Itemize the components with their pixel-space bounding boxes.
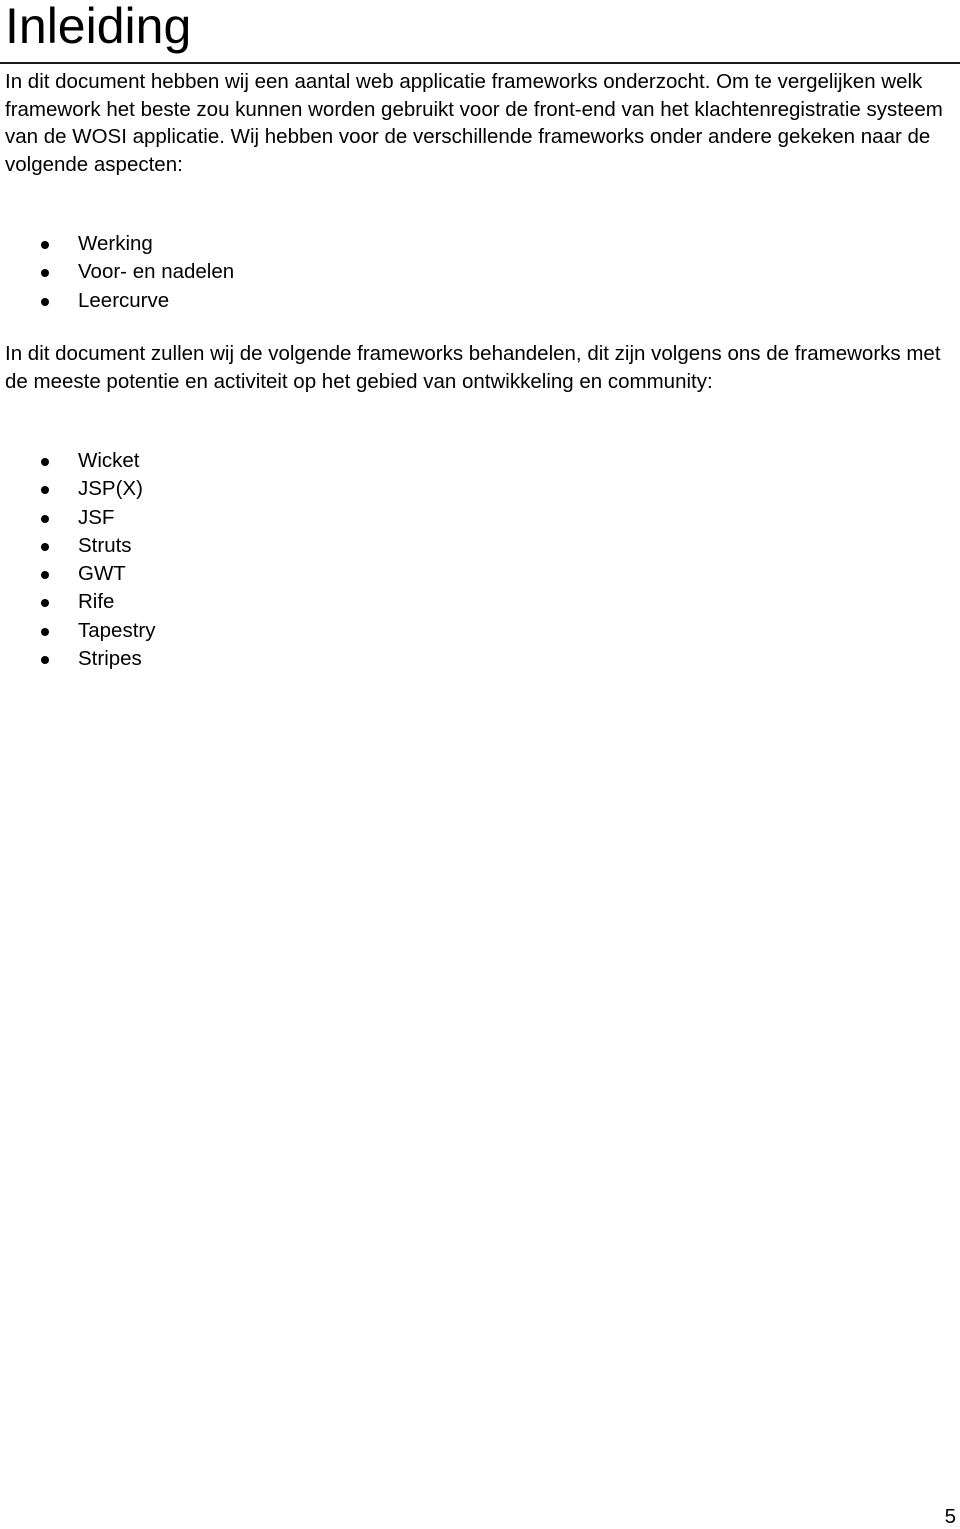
bullet-icon xyxy=(41,599,49,608)
bullet-icon xyxy=(41,458,49,466)
bullet-icon xyxy=(41,656,49,665)
bullet-icon xyxy=(41,241,49,249)
bullet-icon xyxy=(41,542,49,551)
bullet-icon xyxy=(41,627,49,636)
page-number: 5 xyxy=(944,1505,956,1528)
bullet-icon xyxy=(41,269,49,278)
bullet-icon xyxy=(41,297,49,306)
frameworks-paragraph: In dit document zullen wij de volgende f… xyxy=(5,342,941,393)
intro-paragraph: In dit document hebben wij een aantal we… xyxy=(5,70,943,176)
bullet-icon xyxy=(41,514,49,523)
bullet-icon xyxy=(41,486,49,495)
heading-divider xyxy=(0,62,960,64)
bullet-icon xyxy=(41,571,49,580)
page-title: Inleiding xyxy=(5,0,192,54)
